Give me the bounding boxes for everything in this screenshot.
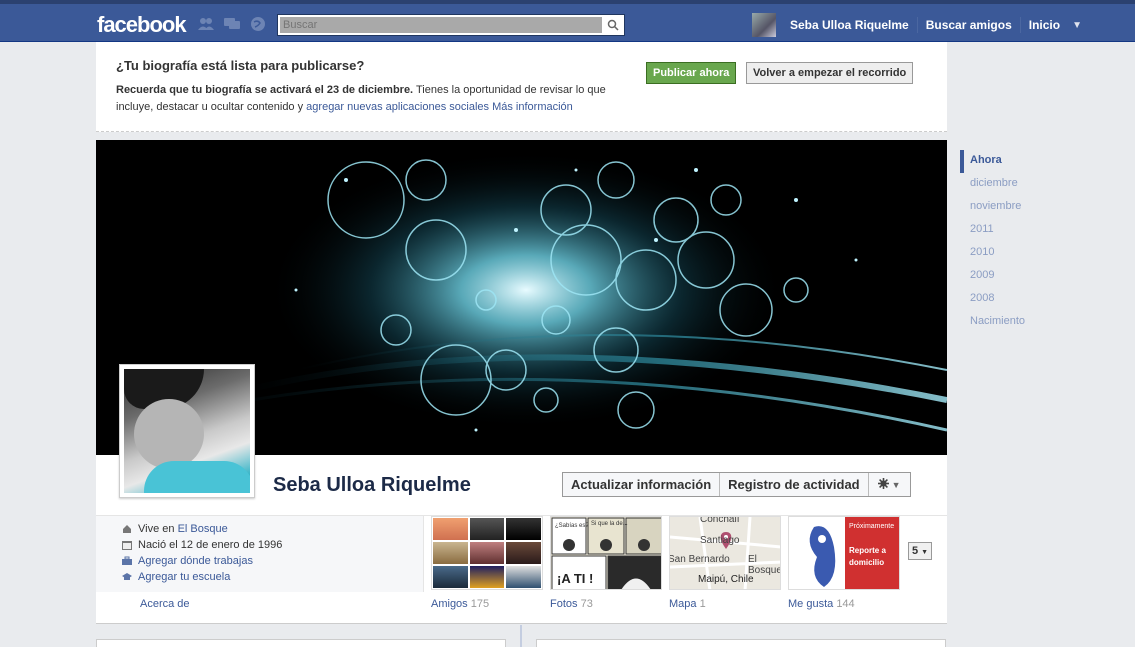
briefcase-icon	[122, 556, 132, 566]
born-text: Nació el 12 de enero de 1996	[138, 539, 283, 551]
settings-menu-button[interactable]: ▼	[869, 473, 910, 496]
profile-actions: Actualizar información Registro de activ…	[562, 472, 911, 497]
map-place-maipu: Maipú, Chile	[698, 574, 754, 585]
likes-card-title: Próximamente	[849, 523, 895, 530]
home-link[interactable]: Inicio	[1021, 17, 1068, 33]
timeline-nav-item[interactable]: 2011	[960, 219, 1060, 242]
user-nav: Seba Ulloa Riquelme Buscar amigos Inicio…	[752, 13, 1082, 37]
search-icon[interactable]	[604, 17, 622, 33]
banner-text-bold: Recuerda que tu biografía se activará el…	[116, 84, 414, 96]
lives-prefix: Vive en	[138, 523, 175, 535]
facebook-logo[interactable]: facebook	[97, 12, 187, 38]
map-label: Mapa	[669, 598, 697, 610]
publish-banner: ¿Tu biografía está lista para publicarse…	[96, 42, 947, 132]
add-school-row: Agregar tu escuela	[122, 569, 230, 585]
add-work-link[interactable]: Agregar dónde trabajas	[138, 555, 253, 567]
messages-icon[interactable]	[223, 16, 241, 32]
friend-requests-icon[interactable]	[197, 16, 215, 32]
account-menu-chevron-icon[interactable]: ▼	[1072, 20, 1082, 31]
timeline-box-right	[536, 639, 946, 647]
timeline-box-left	[96, 639, 506, 647]
photos-label: Fotos	[550, 598, 578, 610]
timeline-nav-item[interactable]: Nacimiento	[960, 311, 1060, 334]
friends-photo-grid	[432, 517, 542, 589]
gear-icon	[877, 477, 889, 492]
more-tiles-count: 5	[911, 545, 919, 557]
profile-name[interactable]: Seba Ulloa Riquelme	[273, 474, 471, 497]
more-tiles-button[interactable]: 5 ▼	[908, 542, 932, 560]
friends-count: 175	[470, 598, 490, 610]
notifications-globe-icon[interactable]	[249, 16, 267, 32]
publish-now-button[interactable]: Publicar ahora	[646, 62, 737, 84]
comic-text: ¡A TI !	[557, 571, 594, 586]
comic-bubble-1: ¿Sabías es?	[555, 523, 589, 529]
likes-count: 144	[836, 598, 855, 610]
avatar[interactable]	[752, 13, 776, 37]
map-place-san-bernardo: San Bernardo	[669, 554, 730, 565]
photos-tile-label[interactable]: Fotos 73	[550, 598, 593, 610]
search-input[interactable]	[280, 17, 602, 33]
search-box	[277, 14, 625, 36]
timeline-nav-item[interactable]: noviembre	[960, 196, 1060, 219]
top-bar: facebook Seba Ulloa Riquelme Buscar amig…	[0, 0, 1135, 42]
more-info-link[interactable]: Más información	[492, 101, 573, 113]
photos-count: 73	[580, 598, 593, 610]
friends-label: Amigos	[431, 598, 468, 610]
graduation-cap-icon	[122, 572, 132, 582]
about-section: Vive en El Bosque Nació el 12 de enero d…	[96, 516, 424, 592]
friends-tile[interactable]	[431, 516, 543, 590]
add-school-link[interactable]: Agregar tu escuela	[138, 571, 230, 583]
likes-card-subtitle: Reporte a domicilio	[849, 546, 886, 567]
lives-in-row: Vive en El Bosque	[122, 521, 228, 537]
find-friends-link[interactable]: Buscar amigos	[918, 17, 1021, 33]
chevron-down-icon: ▼	[921, 549, 929, 556]
map-place-el-bosque: El Bosque	[748, 554, 781, 576]
profile-info-area: Vive en El Bosque Nació el 12 de enero d…	[96, 515, 947, 624]
timeline-nav-item[interactable]: 2008	[960, 288, 1060, 311]
restart-tour-button[interactable]: Volver a empezar el recorrido	[746, 62, 914, 84]
friends-tile-label[interactable]: Amigos 175	[431, 598, 489, 610]
banner-text: Recuerda que tu biografía se activará el…	[116, 82, 636, 116]
map-place-conchali: Conchalí	[700, 516, 740, 525]
timeline-nav: Ahora diciembre noviembre 2011 2010 2009…	[960, 150, 1060, 334]
timeline-nav-item[interactable]: 2009	[960, 265, 1060, 288]
map-count: 1	[699, 598, 706, 610]
about-link[interactable]: Acerca de	[140, 598, 190, 610]
likes-label: Me gusta	[788, 598, 834, 610]
timeline-nav-item[interactable]: Ahora	[960, 150, 1060, 173]
calendar-icon	[122, 540, 132, 550]
born-row: Nació el 12 de enero de 1996	[122, 537, 282, 553]
notification-jewels	[197, 16, 267, 32]
chevron-down-icon: ▼	[891, 479, 901, 490]
profile-picture[interactable]	[119, 364, 255, 498]
add-apps-link[interactable]: agregar nuevas aplicaciones sociales	[306, 101, 489, 113]
house-icon	[122, 524, 132, 534]
comic-bubble-2: Si que la de...	[591, 521, 628, 527]
profile-link[interactable]: Seba Ulloa Riquelme	[782, 17, 918, 33]
map-place-santiago: Santiago	[700, 535, 740, 546]
map-tile-label[interactable]: Mapa 1	[669, 598, 706, 610]
update-info-button[interactable]: Actualizar información	[563, 473, 721, 496]
add-work-row: Agregar dónde trabajas	[122, 553, 253, 569]
likes-tile-label[interactable]: Me gusta 144	[788, 598, 855, 610]
timeline-divider	[520, 625, 522, 647]
activity-log-button[interactable]: Registro de actividad	[720, 473, 869, 496]
lives-place-link[interactable]: El Bosque	[178, 523, 228, 535]
photos-tile[interactable]: ¿Sabías es? Si que la de... ¡A TI !	[550, 516, 662, 590]
profile-photo-image	[124, 369, 250, 493]
timeline-nav-item[interactable]: diciembre	[960, 173, 1060, 196]
map-tile[interactable]: Conchalí Santiago San Bernardo El Bosque…	[669, 516, 781, 590]
likes-tile[interactable]: Próximamente Reporte a domicilio	[788, 516, 900, 590]
banner-title: ¿Tu biografía está lista para publicarse…	[116, 58, 365, 73]
timeline-nav-item[interactable]: 2010	[960, 242, 1060, 265]
